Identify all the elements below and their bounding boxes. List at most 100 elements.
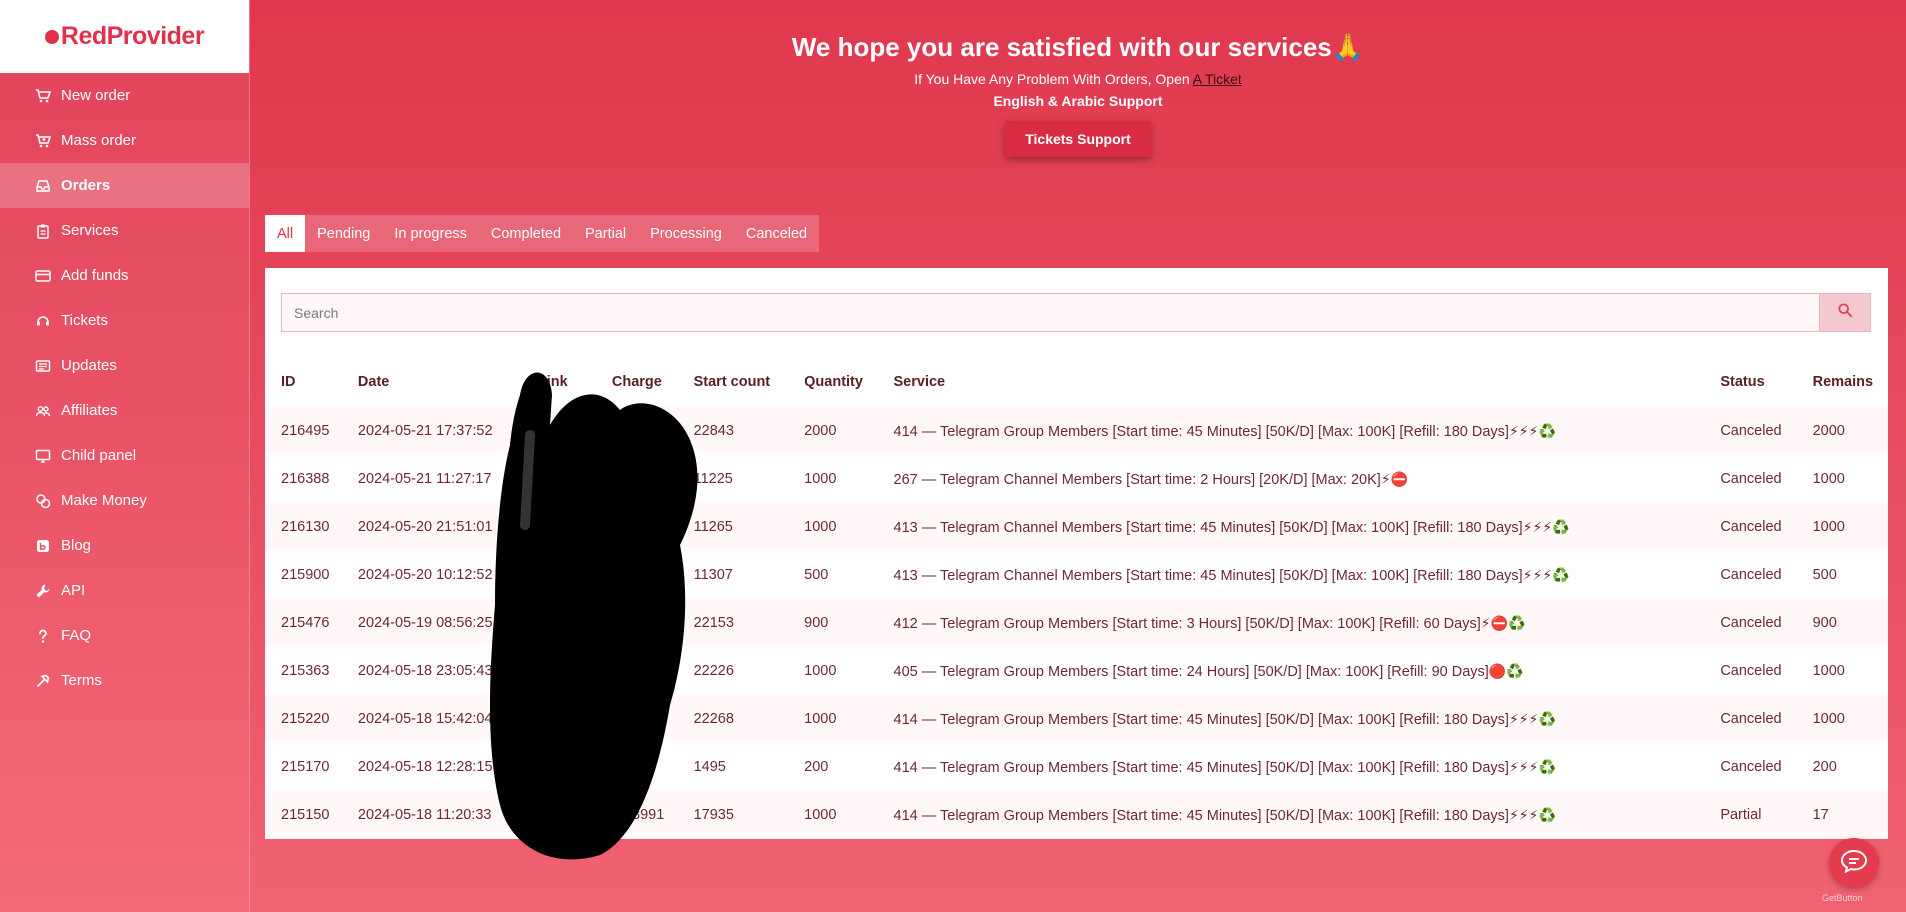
cell-quantity: 2000 — [788, 407, 878, 455]
hero-subtitle-text: If You Have Any Problem With Orders, Ope… — [914, 71, 1193, 87]
cell-quantity: 1000 — [788, 503, 878, 551]
sidebar-item-label: Affiliates — [61, 402, 118, 419]
tickets-support-button[interactable]: Tickets Support — [1005, 121, 1151, 157]
sidebar-item-label: Tickets — [61, 312, 108, 329]
cell-remains: 1000 — [1796, 647, 1888, 695]
sidebar-item-label: Blog — [61, 537, 92, 554]
cell-quantity: 1000 — [788, 695, 878, 743]
sidebar-item-child-panel[interactable]: Child panel — [0, 433, 249, 478]
search-button[interactable] — [1820, 293, 1871, 332]
cell-service: 412 — Telegram Group Members [Start time… — [877, 599, 1705, 647]
cell-quantity: 900 — [788, 599, 878, 647]
cell-quantity: 500 — [788, 551, 878, 599]
service-badge-icons: ⚡⚡⚡♻️ — [1508, 806, 1556, 823]
cell-quantity: 1000 — [788, 455, 878, 503]
service-text: 414 — Telegram Group Members [Start time… — [893, 759, 1509, 776]
sidebar-item-orders[interactable]: Orders — [0, 163, 249, 208]
tab-in-progress[interactable]: In progress — [382, 215, 479, 252]
sidebar-item-label: FAQ — [61, 627, 92, 644]
column-header-remains[interactable]: Remains — [1797, 356, 1888, 407]
service-text: 405 — Telegram Group Members [Start time… — [893, 663, 1489, 680]
cell-id: 215900 — [265, 551, 342, 599]
service-text: 414 — Telegram Group Members [Start time… — [893, 807, 1509, 824]
cell-remains: 200 — [1796, 743, 1888, 791]
cell-service: 414 — Telegram Group Members [Start time… — [877, 695, 1705, 743]
cell-quantity: 1000 — [788, 647, 878, 695]
support-language-text: English & Arabic Support — [993, 93, 1163, 109]
wrench-icon — [35, 583, 51, 599]
blog-icon — [35, 538, 51, 554]
sidebar-item-add-funds[interactable]: Add funds — [0, 253, 249, 298]
service-text: 414 — Telegram Group Members [Start time… — [893, 423, 1509, 440]
sidebar-item-updates[interactable]: Updates — [0, 343, 249, 388]
open-ticket-link[interactable]: A Ticket — [1193, 71, 1242, 87]
cell-id: 216495 — [265, 407, 342, 455]
sidebar-item-terms[interactable]: Terms — [0, 658, 249, 703]
cell-remains: 1000 — [1796, 695, 1888, 743]
headset-icon — [35, 313, 51, 329]
column-header-status[interactable]: Status — [1704, 356, 1796, 407]
column-header-service[interactable]: Service — [878, 356, 1705, 407]
sidebar-item-make-money[interactable]: Make Money — [0, 478, 249, 523]
tab-processing[interactable]: Processing — [638, 215, 734, 252]
logo-text: RedProvider — [60, 22, 205, 50]
chat-button[interactable] — [1829, 838, 1879, 888]
sidebar-nav: New order Mass order Orders Services Add fun… — [0, 73, 249, 703]
hammer-icon — [35, 673, 51, 689]
service-text: 414 — Telegram Group Members [Start time… — [893, 711, 1509, 728]
sidebar-item-label: Make Money — [61, 492, 147, 509]
service-badge-icons: 🔴♻️ — [1488, 662, 1524, 679]
sidebar-item-affiliates[interactable]: Affiliates — [0, 388, 249, 433]
clipboard-icon — [35, 223, 51, 239]
column-header-quantity[interactable]: Quantity — [788, 356, 877, 407]
sidebar-item-faq[interactable]: FAQ — [0, 613, 249, 658]
service-badge-icons: ⚡⛔♻️ — [1480, 614, 1526, 631]
service-text: 267 — Telegram Channel Members [Start ti… — [893, 471, 1381, 488]
cell-status: Canceled — [1704, 407, 1797, 455]
sidebar-item-services[interactable]: Services — [0, 208, 249, 253]
cell-remains: 17 — [1796, 791, 1888, 839]
cell-status: Canceled — [1704, 551, 1797, 599]
cell-quantity: 1000 — [788, 791, 878, 839]
sidebar-item-mass-order[interactable]: Mass order — [0, 118, 249, 163]
sidebar-item-api[interactable]: API — [0, 568, 249, 613]
cell-service: 405 — Telegram Group Members [Start time… — [877, 647, 1705, 695]
chat-icon — [1840, 849, 1868, 878]
logo-dot-icon — [44, 29, 59, 44]
sidebar-item-label: Services — [61, 222, 119, 239]
cart-plus-icon — [35, 133, 51, 149]
tab-pending[interactable]: Pending — [305, 215, 382, 252]
sidebar-item-label: New order — [61, 87, 131, 104]
cell-id: 215220 — [265, 695, 342, 743]
sidebar-item-blog[interactable]: Blog — [0, 523, 249, 568]
service-text: 413 — Telegram Channel Members [Start ti… — [893, 567, 1523, 584]
sidebar-item-label: Terms — [61, 672, 102, 689]
tab-canceled[interactable]: Canceled — [734, 215, 819, 252]
tab-completed[interactable]: Completed — [479, 215, 573, 252]
cell-status: Partial — [1704, 791, 1797, 839]
cell-id: 215170 — [265, 743, 342, 791]
sidebar-item-label: Child panel — [61, 447, 137, 464]
cell-service: 414 — Telegram Group Members [Start time… — [877, 791, 1705, 839]
credit-card-icon — [35, 268, 51, 284]
logo[interactable]: RedProvider — [0, 0, 249, 73]
sidebar-item-label: Mass order — [61, 132, 137, 149]
tab-partial[interactable]: Partial — [573, 215, 638, 252]
service-badge-icons: ⚡⚡⚡♻️ — [1508, 422, 1556, 439]
tab-all[interactable]: All — [265, 215, 306, 252]
sidebar-item-label: Orders — [61, 177, 111, 194]
cell-remains: 500 — [1796, 551, 1888, 599]
cell-remains: 900 — [1796, 599, 1888, 647]
page-title: We hope you are satisfied with our servi… — [250, 32, 1906, 63]
cell-id: 215150 — [265, 791, 342, 839]
search-input[interactable] — [281, 293, 1820, 332]
pray-icon: 🙏 — [1331, 32, 1365, 62]
sidebar-item-tickets[interactable]: Tickets — [0, 298, 249, 343]
hero-banner: We hope you are satisfied with our servi… — [250, 0, 1906, 157]
inbox-icon — [35, 178, 51, 194]
column-header-id[interactable]: ID — [265, 356, 342, 407]
cell-quantity: 200 — [788, 743, 878, 791]
getbutton-label[interactable]: GetButton — [1822, 893, 1863, 903]
desktop-icon — [35, 448, 51, 464]
sidebar-item-new-order[interactable]: New order — [0, 73, 249, 118]
